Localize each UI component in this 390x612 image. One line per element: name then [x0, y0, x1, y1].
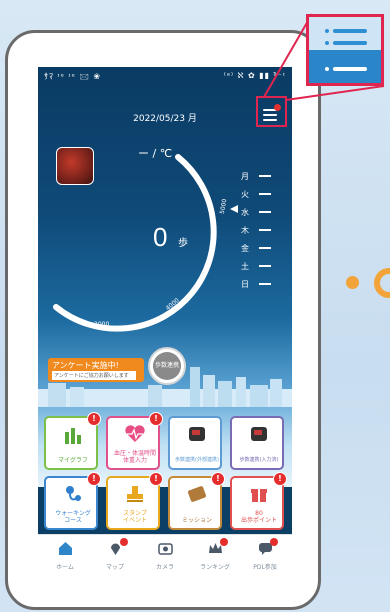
- zoomed-menu-icon: [306, 14, 384, 86]
- zoom-bar: [333, 29, 367, 33]
- zoom-bar: [325, 29, 329, 33]
- callout-line: [285, 85, 385, 101]
- zoom-bar: [325, 67, 329, 71]
- zoom-bar: [333, 41, 367, 45]
- zoom-bar: [333, 67, 367, 71]
- callout-lines: [263, 13, 385, 101]
- zoom-bar: [325, 41, 329, 45]
- callout-line: [263, 13, 313, 98]
